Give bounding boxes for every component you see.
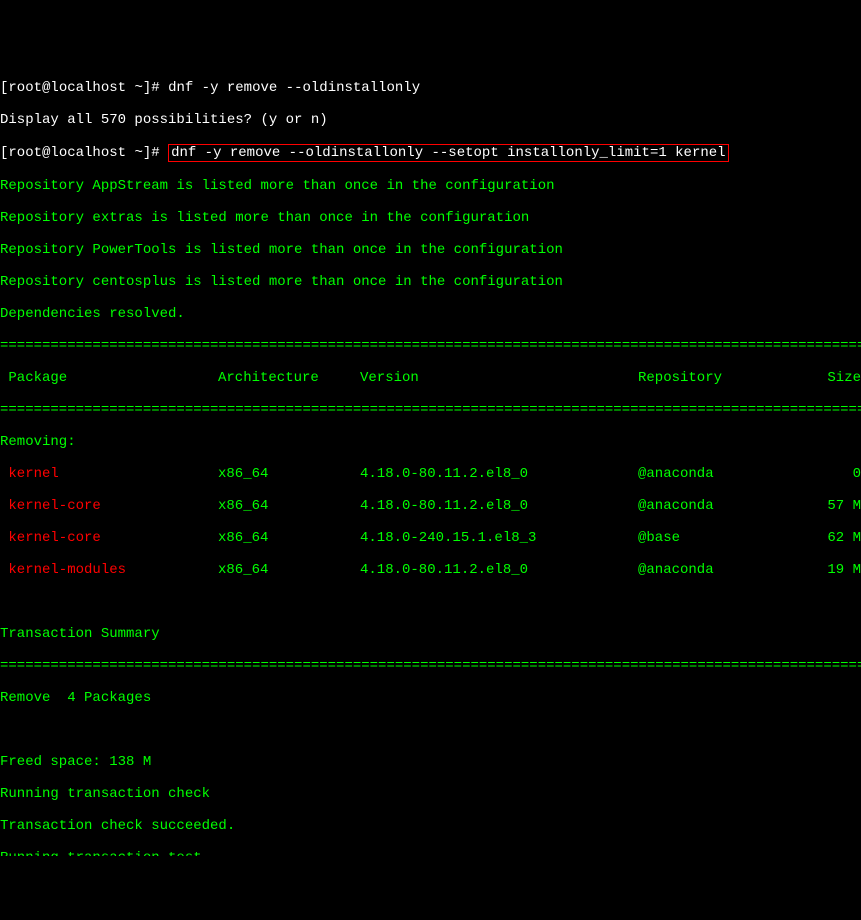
repo-warning: Repository AppStream is listed more than…: [0, 178, 861, 194]
highlighted-command: dnf -y remove --oldinstallonly --setopt …: [168, 144, 729, 162]
freed-space: Freed space: 138 M: [0, 754, 861, 770]
blank: [0, 722, 861, 738]
prompt-line-2: [root@localhost ~]# dnf -y remove --oldi…: [0, 144, 861, 162]
transaction-summary: Transaction Summary: [0, 626, 861, 642]
run-check: Running transaction check: [0, 786, 861, 802]
run-test: Running transaction test: [0, 850, 861, 856]
removing-label: Removing:: [0, 434, 861, 450]
table-row: kernel-corex86_644.18.0-240.15.1.el8_3@b…: [0, 530, 861, 546]
deps-resolved: Dependencies resolved.: [0, 306, 861, 322]
table-row: kernelx86_644.18.0-80.11.2.el8_0@anacond…: [0, 466, 861, 482]
check-ok: Transaction check succeeded.: [0, 818, 861, 834]
remove-count: Remove 4 Packages: [0, 690, 861, 706]
hr: ========================================…: [0, 658, 861, 674]
repo-warning: Repository centosplus is listed more tha…: [0, 274, 861, 290]
repo-warning: Repository extras is listed more than on…: [0, 210, 861, 226]
repo-warning: Repository PowerTools is listed more tha…: [0, 242, 861, 258]
blank: [0, 594, 861, 610]
hr: ========================================…: [0, 338, 861, 354]
table-row: kernel-corex86_644.18.0-80.11.2.el8_0@an…: [0, 498, 861, 514]
hr: ========================================…: [0, 402, 861, 418]
table-row: kernel-modulesx86_644.18.0-80.11.2.el8_0…: [0, 562, 861, 578]
tab-completion-prompt: Display all 570 possibilities? (y or n): [0, 112, 861, 128]
terminal-window[interactable]: [root@localhost ~]# dnf -y remove --oldi…: [0, 64, 861, 856]
prompt-line-1: [root@localhost ~]# dnf -y remove --oldi…: [0, 80, 861, 96]
table-header: PackageArchitectureVersionRepositorySize: [0, 370, 861, 386]
